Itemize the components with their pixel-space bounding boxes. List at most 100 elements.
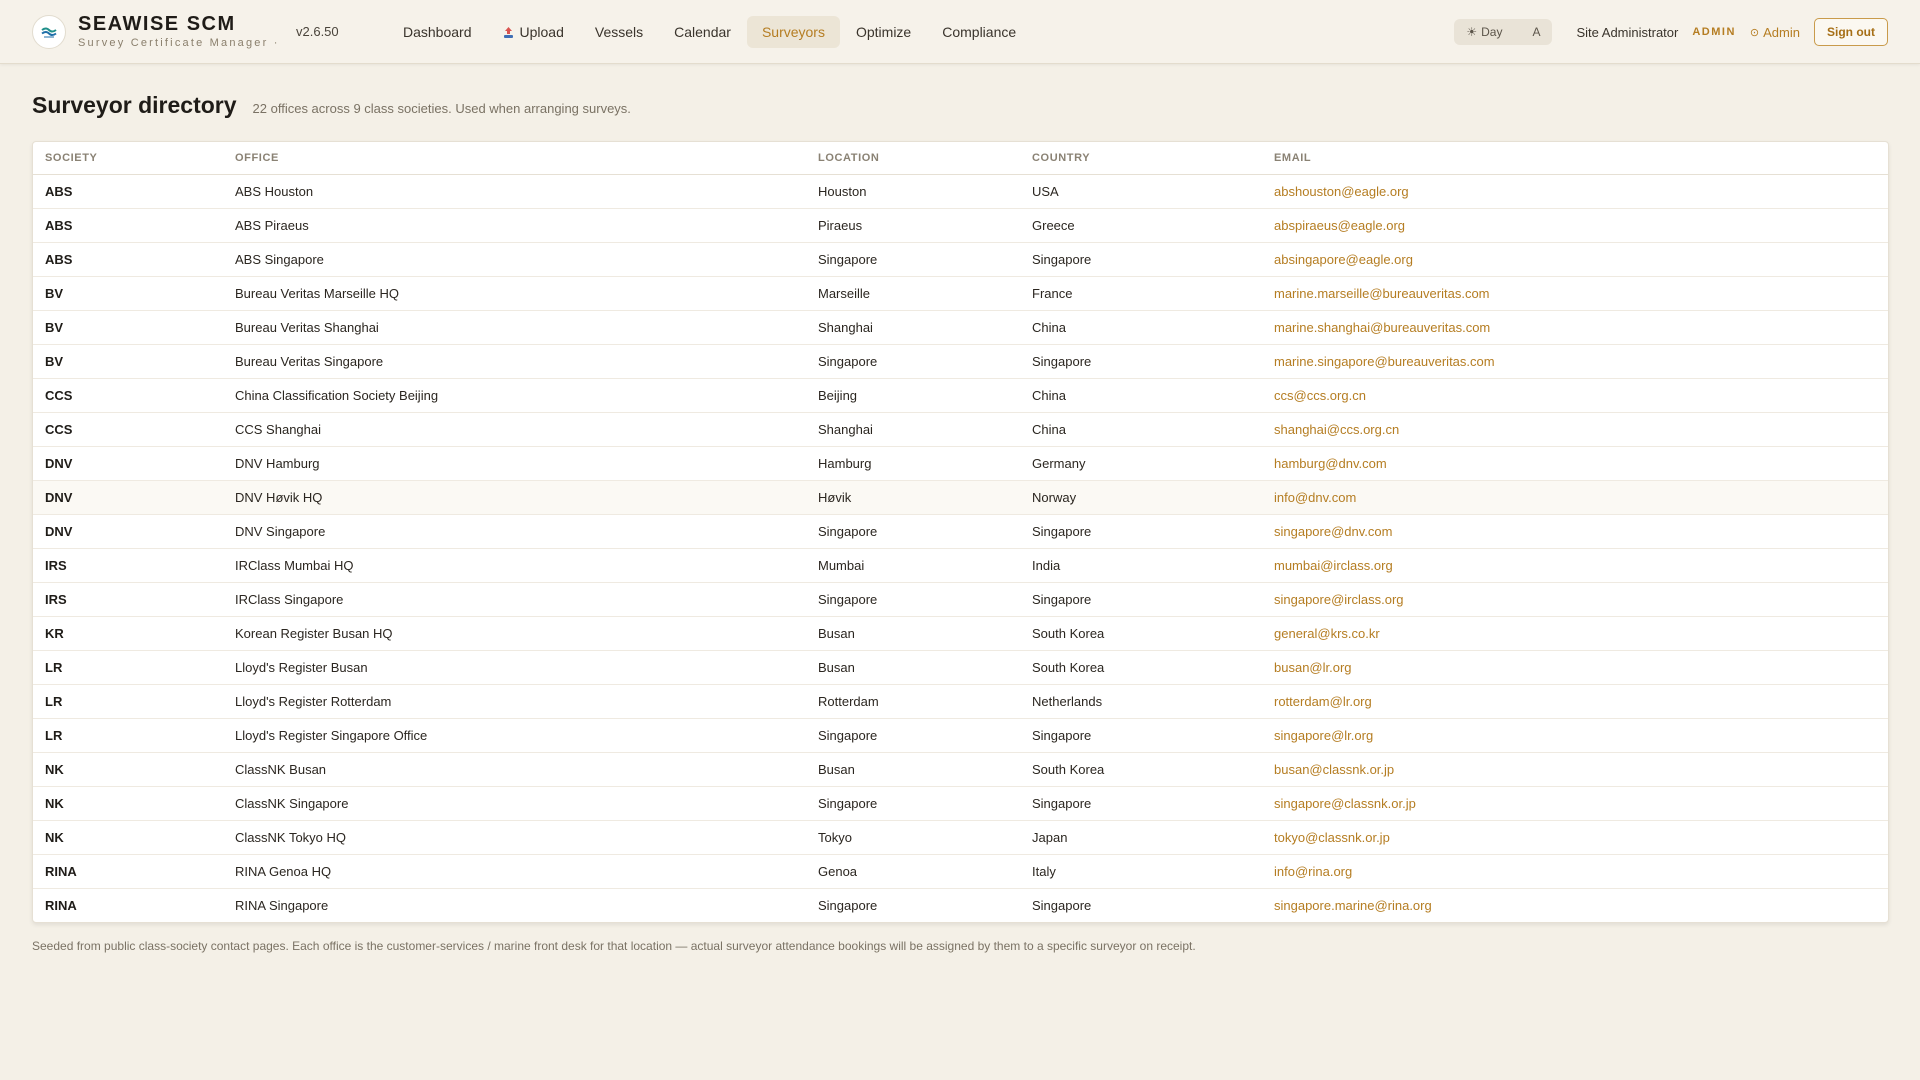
- location-cell: Tokyo: [806, 820, 1020, 855]
- society-cell: ABS: [33, 242, 223, 277]
- nav-dashboard[interactable]: Dashboard: [388, 16, 487, 48]
- email-link[interactable]: singapore@classnk.or.jp: [1262, 786, 1888, 821]
- location-cell: Marseille: [806, 276, 1020, 311]
- location-cell: Mumbai: [806, 548, 1020, 583]
- table-row[interactable]: KR Korean Register Busan HQ Busan South Kor…: [33, 616, 1888, 651]
- table-row[interactable]: ABS ABS Houston Houston USA abshouston@eagle…: [33, 174, 1888, 209]
- column-header-society[interactable]: SOCIETY: [33, 142, 223, 175]
- page-title: Surveyor directory: [32, 92, 237, 118]
- table-row[interactable]: IRS IRClass Singapore Singapore Singapore si…: [33, 582, 1888, 617]
- table-row[interactable]: RINA RINA Genoa HQ Genoa Italy info@rina.org: [33, 854, 1888, 889]
- email-link[interactable]: singapore@dnv.com: [1262, 514, 1888, 549]
- sign-out-button[interactable]: Sign out: [1814, 18, 1888, 46]
- location-cell: Singapore: [818, 898, 878, 913]
- society-cell: LR: [33, 684, 223, 719]
- society-cell: NK: [33, 752, 223, 787]
- email-link[interactable]: marine.singapore@bureauveritas.com: [1262, 344, 1888, 379]
- location-cell: Singapore: [806, 786, 1020, 821]
- office-cell: China Classification Society Beijing: [223, 378, 806, 413]
- table-row[interactable]: RINA RINA Singapore Singapore Singapore sing…: [33, 889, 1888, 923]
- table-header-row: SOCIETY OFFICE LOCATION COUNTRY EMAIL: [33, 142, 1888, 175]
- email-link[interactable]: singapore@irclass.org: [1262, 582, 1888, 617]
- table-row[interactable]: ABS ABS Piraeus Piraeus Greece abspiraeus@ea…: [33, 208, 1888, 243]
- office-cell: Lloyd's Register Busan: [223, 650, 806, 685]
- society-cell: IRS: [33, 548, 223, 583]
- country-cell: Japan: [1020, 820, 1262, 855]
- brand-name: SEAWISE SCM: [78, 13, 236, 35]
- location-cell: Busan: [806, 616, 1020, 651]
- email-link[interactable]: shanghai@ccs.org.cn: [1262, 412, 1888, 447]
- column-header-email[interactable]: EMAIL: [1262, 142, 1888, 175]
- location-cell: Singapore: [806, 242, 1020, 277]
- email-link[interactable]: abshouston@eagle.org: [1262, 174, 1888, 209]
- table-row[interactable]: BV Bureau Veritas Singapore Singapore Singa…: [33, 344, 1888, 379]
- office-cell: CCS Shanghai: [223, 412, 806, 447]
- email-link[interactable]: hamburg@dnv.com: [1262, 446, 1888, 481]
- email-link[interactable]: tokyo@classnk.or.jp: [1262, 820, 1888, 855]
- table-row[interactable]: BV Bureau Veritas Marseille HQ Marseille Fr…: [33, 276, 1888, 311]
- table-row[interactable]: DNV DNV Høvik HQ Høvik Norway info@dnv.com: [33, 480, 1888, 515]
- email-link[interactable]: info@rina.org: [1262, 854, 1888, 889]
- email-link[interactable]: marine.marseille@bureauveritas.com: [1262, 276, 1888, 311]
- footnote: Seeded from public class-society contact…: [32, 939, 1196, 953]
- nav-label: Optimize: [855, 24, 912, 40]
- table-row[interactable]: NK ClassNK Busan Busan South Korea busan@cla…: [33, 752, 1888, 787]
- email-link[interactable]: general@krs.co.kr: [1262, 616, 1888, 651]
- column-header-country[interactable]: COUNTRY: [1020, 142, 1262, 175]
- office-cell: RINA Genoa HQ: [223, 854, 806, 889]
- column-header-office[interactable]: OFFICE: [223, 142, 806, 175]
- email-link[interactable]: abspiraeus@eagle.org: [1262, 208, 1888, 243]
- table-row[interactable]: CCS CCS Shanghai Shanghai China shanghai@ccs…: [33, 412, 1888, 447]
- email-link[interactable]: marine.shanghai@bureauveritas.com: [1262, 310, 1888, 345]
- location-cell: Singapore: [806, 582, 1020, 617]
- office-cell: ABS Houston: [223, 174, 806, 209]
- table-row[interactable]: IRS IRClass Mumbai HQ Mumbai India mumbai@ir…: [33, 548, 1888, 583]
- table-row[interactable]: BV Bureau Veritas Shanghai Shanghai China ma…: [33, 310, 1888, 345]
- theme-toggle: ☀ Day A: [1454, 19, 1553, 45]
- table-row[interactable]: NK ClassNK Tokyo HQ Tokyo Japan tokyo@classn…: [33, 820, 1888, 855]
- email-link[interactable]: singapore@lr.org: [1262, 718, 1888, 753]
- office-cell: ClassNK Singapore: [223, 786, 806, 821]
- nav-vessels[interactable]: Vessels: [580, 16, 658, 48]
- email-link[interactable]: rotterdam@lr.org: [1262, 684, 1888, 719]
- country-cell: Singapore: [1020, 344, 1262, 379]
- table-row[interactable]: DNV DNV Hamburg Hamburg Germany hamburg@dnv.…: [33, 446, 1888, 481]
- email-link[interactable]: absingapore@eagle.org: [1262, 242, 1888, 277]
- table-row[interactable]: NK ClassNK Singapore Singapore Singapore sin…: [33, 786, 1888, 821]
- email-link[interactable]: singapore.marine@rina.org: [1262, 889, 1888, 923]
- location-cell: Houston: [806, 174, 1020, 209]
- location-cell: Shanghai: [806, 310, 1020, 345]
- society-cell: CCS: [33, 412, 223, 447]
- nav-calendar[interactable]: Calendar: [659, 16, 746, 48]
- email-link[interactable]: busan@lr.org: [1262, 650, 1888, 685]
- nav-upload[interactable]: Upload: [488, 16, 579, 48]
- country-cell: Norway: [1020, 480, 1262, 515]
- table-row[interactable]: CCS China Classification Society Beijing B…: [33, 378, 1888, 413]
- admin-link[interactable]: ⊙ Admin: [1750, 25, 1800, 40]
- office-cell: ClassNK Busan: [223, 752, 806, 787]
- table-row[interactable]: LR Lloyd's Register Rotterdam Rotterdam Net…: [33, 684, 1888, 719]
- email-link[interactable]: mumbai@irclass.org: [1262, 548, 1888, 583]
- nav-optimize[interactable]: Optimize: [841, 16, 926, 48]
- theme-day-button[interactable]: ☀ Day: [1458, 19, 1510, 45]
- email-link[interactable]: info@dnv.com: [1262, 480, 1888, 515]
- email-link[interactable]: ccs@ccs.org.cn: [1262, 378, 1888, 413]
- table-row[interactable]: ABS ABS Singapore Singapore Singapore absing…: [33, 242, 1888, 277]
- location-cell: Piraeus: [806, 208, 1020, 243]
- email-link[interactable]: busan@classnk.or.jp: [1262, 752, 1888, 787]
- brand[interactable]: SEAWISE SCM Survey Certificate Manager ·: [32, 14, 280, 49]
- location-cell: Singapore: [806, 718, 1020, 753]
- table-row[interactable]: LR Lloyd's Register Singapore Office Singa…: [33, 718, 1888, 753]
- country-cell: Singapore: [1020, 582, 1262, 617]
- nav-compliance[interactable]: Compliance: [927, 16, 1031, 48]
- location-cell: Busan: [806, 650, 1020, 685]
- table-row[interactable]: LR Lloyd's Register Busan Busan South Korea…: [33, 650, 1888, 685]
- table-row[interactable]: DNV DNV Singapore Singapore Singapore singap…: [33, 514, 1888, 549]
- nav-surveyors[interactable]: Surveyors: [746, 16, 840, 48]
- admin-link-label: Admin: [1763, 24, 1800, 40]
- column-header-location[interactable]: LOCATION: [806, 142, 1020, 175]
- country-cell: Singapore: [1032, 898, 1092, 913]
- country-cell: Germany: [1020, 446, 1262, 481]
- theme-auto-button[interactable]: A: [1510, 19, 1548, 45]
- society-cell: LR: [33, 718, 223, 753]
